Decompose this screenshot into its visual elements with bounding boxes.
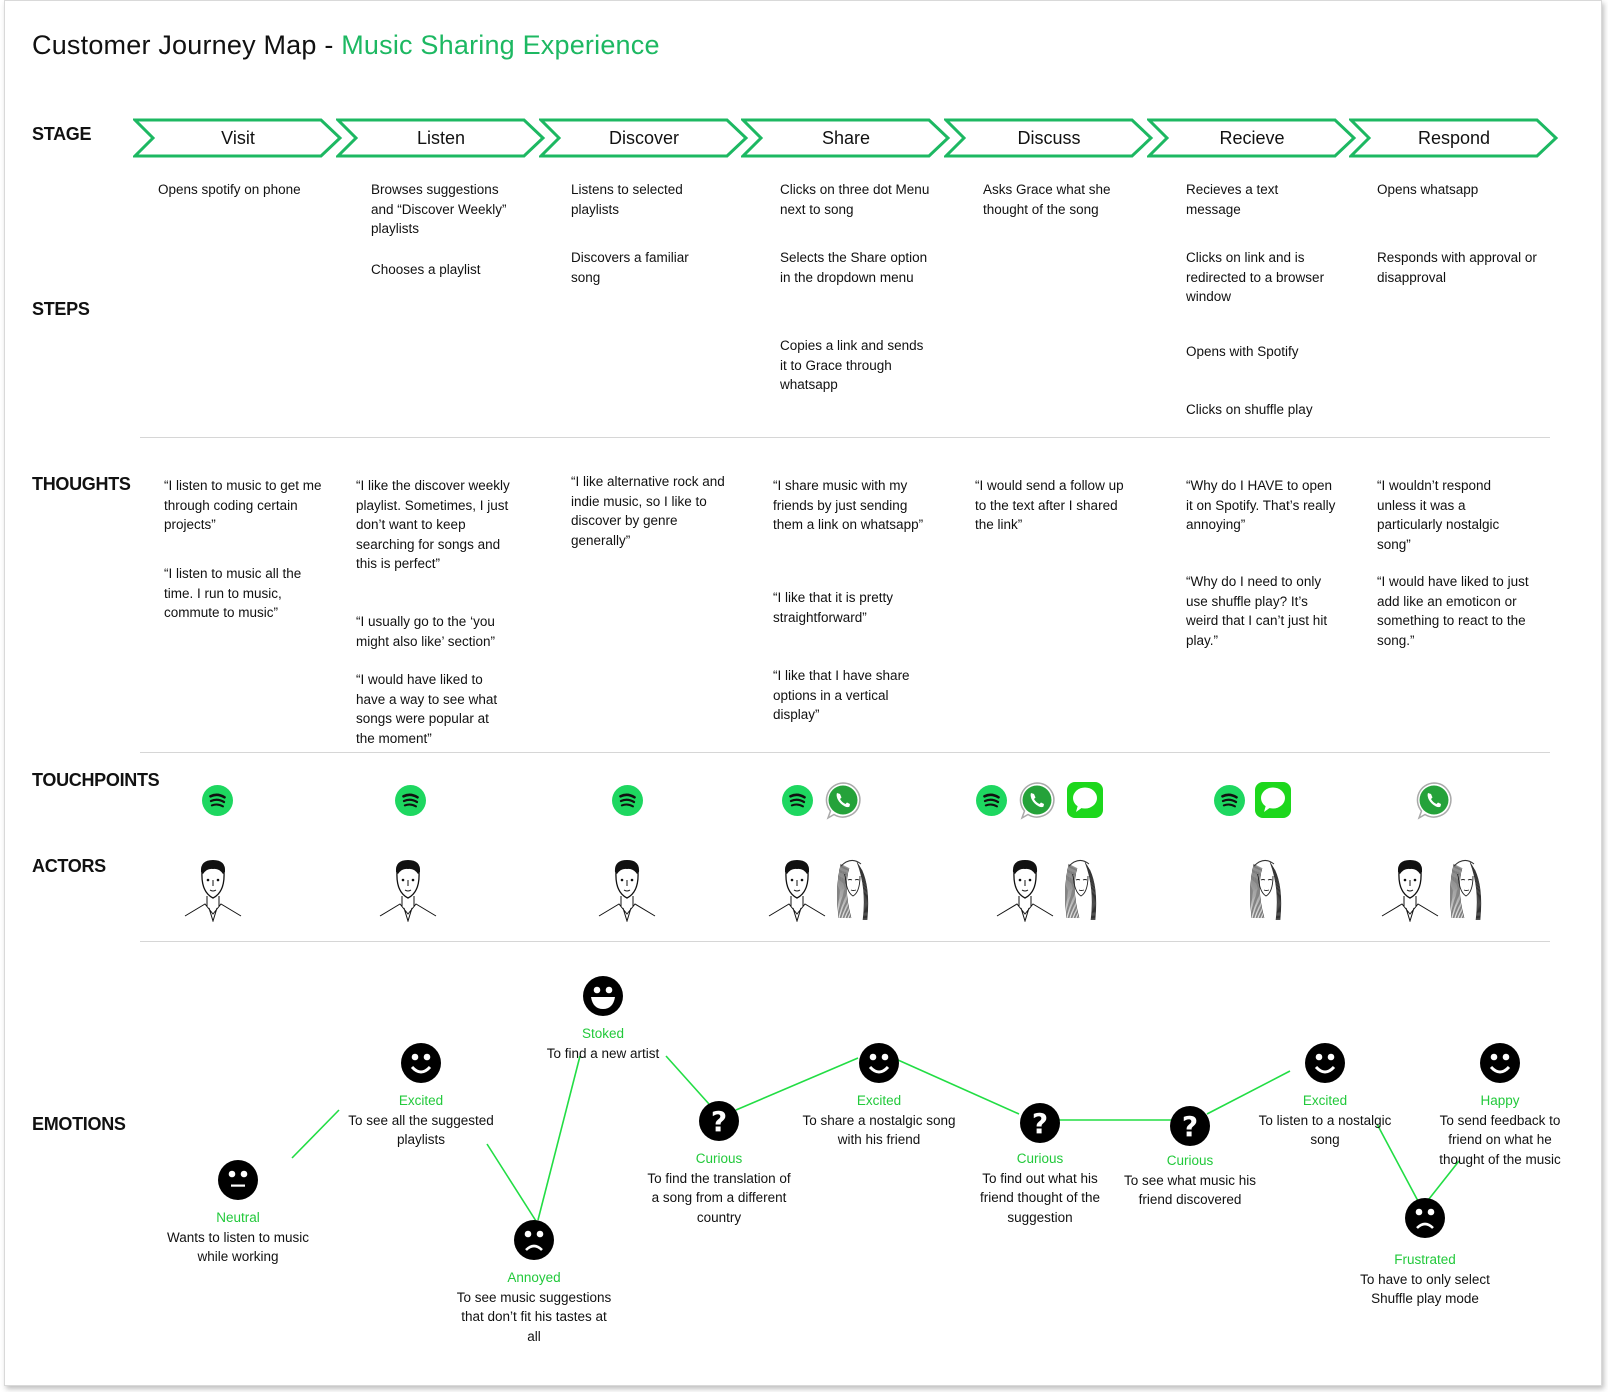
emotion-description: To find a new artist <box>546 1045 660 1061</box>
svg-text:?: ? <box>1182 1110 1198 1143</box>
emotion-description: Wants to listen to music while working <box>166 1229 310 1265</box>
emotion-connector <box>665 1055 710 1105</box>
emotion-point: Curious To find out what his friend thoug… <box>965 1149 1115 1227</box>
smile-face-icon <box>1305 1043 1345 1083</box>
emotion-label: Annoyed <box>507 1270 561 1285</box>
emotion-point: Excited To share a nostalgic song with hi… <box>799 1091 959 1150</box>
emotion-description: To see what music his friend discovered <box>1123 1172 1257 1208</box>
emotion-description: To see music suggestions that don’t fit … <box>456 1289 612 1344</box>
neutral-face-icon <box>218 1160 258 1200</box>
emotion-label: Stoked <box>581 1026 625 1041</box>
emotion-label: Excited <box>856 1093 902 1108</box>
emotion-point: Happy To send feedback to friend on what … <box>1425 1091 1575 1169</box>
question-face-icon: ? <box>1020 1103 1060 1143</box>
emotion-connector <box>486 1143 537 1222</box>
emotion-point: Excited To listen to a nostalgic song <box>1250 1091 1400 1150</box>
grin-face-icon <box>583 976 623 1016</box>
question-face-icon: ? <box>699 1101 739 1141</box>
emotion-description: To share a nostalgic song with his frien… <box>802 1112 956 1148</box>
svg-text:?: ? <box>1032 1107 1048 1140</box>
smile-face-icon <box>859 1043 899 1083</box>
emotion-description: To find out what his friend thought of t… <box>979 1170 1101 1225</box>
emotion-label: Excited <box>1302 1093 1348 1108</box>
emotion-point: Curious To find the translation of a song… <box>644 1149 794 1227</box>
smile-face-icon <box>1480 1043 1520 1083</box>
svg-text:?: ? <box>711 1105 727 1138</box>
emotion-connector <box>537 1055 581 1221</box>
emotion-description: To have to only select Shuffle play mode <box>1360 1271 1490 1307</box>
emotion-point: Neutral Wants to listen to music while wo… <box>153 1208 323 1267</box>
emotion-point: Stoked To find a new artist <box>528 1024 678 1063</box>
emotion-connector <box>291 1109 340 1159</box>
emotion-description: To send feedback to friend on what he th… <box>1439 1112 1561 1167</box>
emotion-label: Curious <box>1166 1153 1214 1168</box>
emotion-label: Neutral <box>216 1210 260 1225</box>
emotion-label: Frustrated <box>1394 1252 1456 1267</box>
smile-face-icon <box>401 1043 441 1083</box>
sad-face-icon <box>1405 1198 1445 1238</box>
emotion-label: Curious <box>1016 1151 1064 1166</box>
sad-face-icon <box>514 1220 554 1260</box>
emotion-description: To see all the suggested playlists <box>348 1112 494 1148</box>
emotion-description: To listen to a nostalgic song <box>1258 1112 1392 1148</box>
emotion-point: Excited To see all the suggested playlist… <box>336 1091 506 1150</box>
emotion-label: Happy <box>1480 1093 1520 1108</box>
question-face-icon: ? <box>1170 1106 1210 1146</box>
emotion-label: Curious <box>695 1151 743 1166</box>
emotion-point: Frustrated To have to only select Shuffle… <box>1345 1250 1505 1309</box>
emotion-description: To find the translation of a song from a… <box>647 1170 791 1225</box>
emotion-label: Excited <box>398 1093 444 1108</box>
emotion-point: Curious To see what music his friend disc… <box>1115 1151 1265 1210</box>
emotion-point: Annoyed To see music suggestions that don… <box>454 1268 614 1346</box>
